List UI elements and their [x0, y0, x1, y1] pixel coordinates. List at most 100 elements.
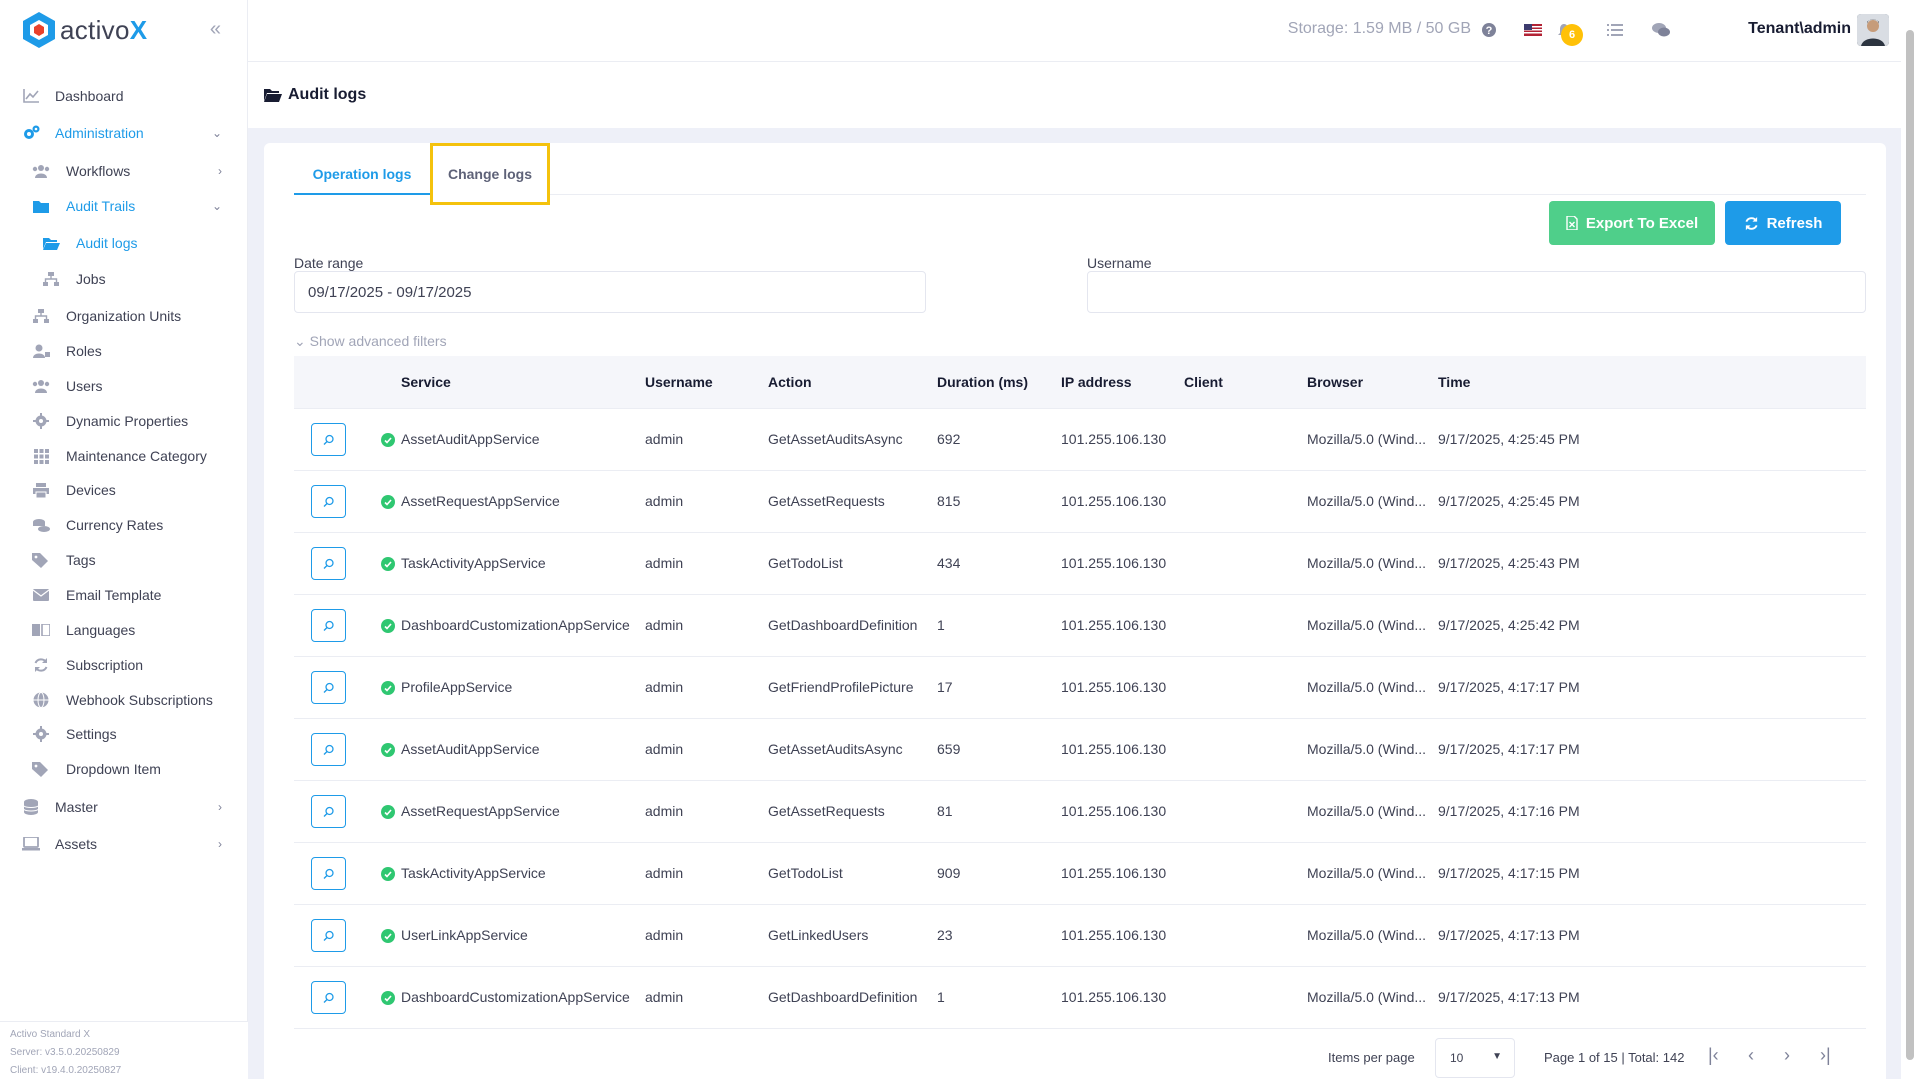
sidebar-item-assets[interactable]: Assets › — [0, 826, 248, 862]
brand-name: activoX — [60, 14, 148, 45]
audit-logs-card: Operation logs Change logs Export To Exc… — [264, 143, 1886, 1079]
laptop-icon — [22, 835, 40, 853]
cell-time: 9/17/2025, 4:25:43 PM — [1438, 555, 1580, 571]
first-page-button[interactable]: |‹ — [1708, 1045, 1719, 1066]
column-header-ip-address[interactable]: IP address — [1061, 374, 1132, 390]
view-details-button[interactable] — [311, 981, 346, 1014]
view-details-button[interactable] — [311, 919, 346, 952]
prev-page-button[interactable]: ‹ — [1748, 1045, 1754, 1066]
view-details-button[interactable] — [311, 857, 346, 890]
show-advanced-filters-link[interactable]: ⌄ Show advanced filters — [294, 333, 447, 350]
tab-operation-logs[interactable]: Operation logs — [294, 163, 430, 195]
log-tabs: Operation logs Change logs — [294, 143, 1866, 205]
cell-action: GetAssetAuditsAsync — [768, 741, 903, 757]
sidebar-item-webhook-subscriptions[interactable]: Webhook Subscriptions — [0, 682, 248, 718]
sidebar-item-label: Dashboard — [55, 88, 124, 104]
view-details-button[interactable] — [311, 733, 346, 766]
scrollbar-thumb[interactable] — [1906, 30, 1914, 1060]
sidebar-item-dynamic-properties[interactable]: Dynamic Properties — [0, 403, 248, 439]
items-per-page-label: Items per page — [1328, 1050, 1415, 1065]
cell-action: GetTodoList — [768, 555, 843, 571]
sidebar-item-organization-units[interactable]: Organization Units — [0, 298, 248, 334]
avatar[interactable] — [1857, 14, 1889, 46]
server-version: Server: v3.5.0.20250829 — [10, 1047, 120, 1058]
search-icon — [323, 558, 334, 569]
page-title: Audit logs — [264, 86, 366, 104]
sidebar-item-label: Languages — [66, 622, 136, 638]
view-details-button[interactable] — [311, 423, 346, 456]
success-check-icon — [381, 743, 395, 757]
column-header-time[interactable]: Time — [1438, 374, 1470, 390]
chat-icon[interactable] — [1651, 20, 1671, 40]
list-icon[interactable] — [1605, 20, 1625, 40]
sidebar-item-workflows[interactable]: Workflows › — [0, 153, 248, 189]
sidebar-item-maintenance-category[interactable]: Maintenance Category — [0, 438, 248, 474]
view-details-button[interactable] — [311, 485, 346, 518]
sidebar-item-users[interactable]: Users — [0, 368, 248, 404]
table-row: DashboardCustomizationAppService admin Get… — [294, 595, 1866, 657]
last-page-button[interactable]: ›| — [1820, 1045, 1831, 1066]
sidebar-item-audit-trails[interactable]: Audit Trails ⌄ — [0, 188, 248, 224]
sidebar-item-settings[interactable]: Settings — [0, 716, 248, 752]
help-icon[interactable]: ? — [1479, 20, 1499, 40]
sidebar-item-master[interactable]: Master › — [0, 789, 248, 825]
sidebar-item-jobs[interactable]: Jobs — [0, 261, 248, 297]
column-header-service[interactable]: Service — [401, 374, 451, 390]
cell-username: admin — [645, 865, 684, 881]
cell-username: admin — [645, 493, 684, 509]
export-to-excel-button[interactable]: Export To Excel — [1549, 201, 1715, 245]
page-title-text: Audit logs — [288, 86, 367, 103]
sidebar-item-dropdown-item[interactable]: Dropdown Item — [0, 751, 248, 787]
items-per-page-select[interactable]: 10 ▼ — [1435, 1038, 1515, 1078]
notification-badge: 6 — [1561, 24, 1583, 46]
cell-duration: 434 — [937, 555, 961, 571]
success-check-icon — [381, 805, 395, 819]
success-check-icon — [381, 495, 395, 509]
date-range-input[interactable] — [294, 271, 926, 313]
sidebar-item-subscription[interactable]: Subscription — [0, 647, 248, 683]
success-check-icon — [381, 867, 395, 881]
sidebar-item-audit-logs[interactable]: Audit logs — [0, 225, 248, 261]
view-details-button[interactable] — [311, 547, 346, 580]
search-icon — [323, 434, 334, 445]
sidebar-item-languages[interactable]: Languages — [0, 612, 248, 648]
refresh-button[interactable]: Refresh — [1725, 201, 1841, 245]
sidebar-item-label: Devices — [66, 482, 116, 498]
svg-text:?: ? — [1486, 25, 1493, 37]
view-details-button[interactable] — [311, 795, 346, 828]
us-flag-icon[interactable] — [1523, 20, 1543, 40]
cell-duration: 815 — [937, 493, 961, 509]
username-input[interactable] — [1087, 271, 1866, 313]
cell-service: AssetRequestAppService — [401, 803, 560, 819]
cell-browser: Mozilla/5.0 (Wind... — [1307, 555, 1427, 571]
column-header-action[interactable]: Action — [768, 374, 812, 390]
sidebar-item-roles[interactable]: Roles — [0, 333, 248, 369]
view-details-button[interactable] — [311, 671, 346, 704]
user-menu[interactable]: Tenant\admin — [1748, 20, 1851, 38]
sidebar-item-tags[interactable]: Tags — [0, 542, 248, 578]
collapse-sidebar-button[interactable]: « — [210, 18, 221, 41]
cell-action: GetDashboardDefinition — [768, 617, 918, 633]
sidebar-item-devices[interactable]: Devices — [0, 472, 248, 508]
cell-username: admin — [645, 679, 684, 695]
table-row: DashboardCustomizationAppService admin Get… — [294, 967, 1866, 1029]
sidebar-item-dashboard[interactable]: Dashboard — [0, 78, 248, 114]
next-page-button[interactable]: › — [1784, 1045, 1790, 1066]
column-header-browser[interactable]: Browser — [1307, 374, 1363, 390]
notifications-button[interactable]: 6 — [1553, 12, 1583, 46]
cell-browser: Mozilla/5.0 (Wind... — [1307, 679, 1427, 695]
view-details-button[interactable] — [311, 609, 346, 642]
sidebar-item-currency-rates[interactable]: Currency Rates — [0, 507, 248, 543]
brand[interactable]: activoX « — [0, 0, 247, 60]
sidebar: activoX « Dashboard Administration ⌄ Workfl… — [0, 0, 248, 1079]
chevron-right-icon: › — [218, 800, 222, 814]
column-header-duration-ms-[interactable]: Duration (ms) — [937, 374, 1028, 390]
table-row: TaskActivityAppService admin GetTodoList 90… — [294, 843, 1866, 905]
sidebar-item-administration[interactable]: Administration ⌄ — [0, 115, 248, 151]
page-scrollbar[interactable] — [1901, 0, 1919, 1079]
column-header-client[interactable]: Client — [1184, 374, 1223, 390]
tab-change-logs[interactable]: Change logs — [430, 143, 550, 205]
sidebar-item-email-template[interactable]: Email Template — [0, 577, 248, 613]
cell-duration: 23 — [937, 927, 953, 943]
column-header-username[interactable]: Username — [645, 374, 713, 390]
